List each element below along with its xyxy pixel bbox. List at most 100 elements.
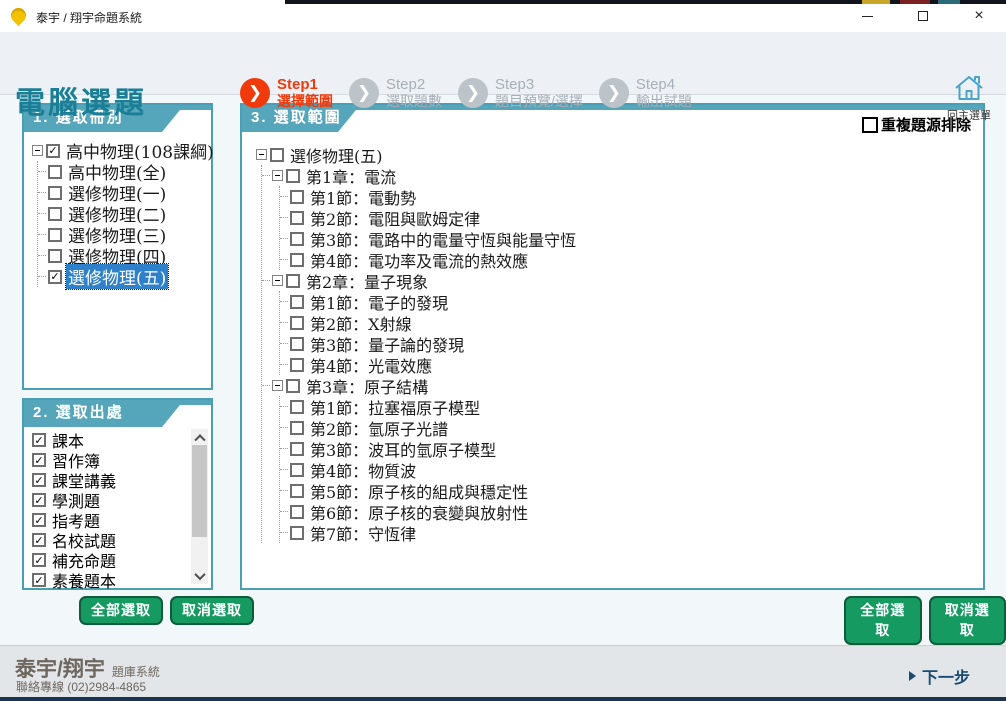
scroll-down-icon[interactable] — [191, 568, 208, 584]
checkbox[interactable] — [48, 249, 62, 263]
tree-item[interactable]: 高中物理(全) — [38, 161, 207, 182]
checkbox[interactable] — [290, 484, 304, 498]
checkbox[interactable] — [32, 433, 46, 447]
checkbox[interactable] — [286, 274, 300, 288]
checkbox[interactable] — [48, 270, 62, 284]
section-item[interactable]: 第3節：量子論的發現 — [280, 333, 979, 354]
checkbox[interactable] — [290, 505, 304, 519]
tree-connector — [280, 259, 288, 260]
close-button[interactable]: × — [964, 2, 994, 30]
section-item[interactable]: 第5節：原子核的組成與穩定性 — [280, 480, 979, 501]
checkbox[interactable] — [48, 207, 62, 221]
next-step-button[interactable]: 下一步 — [909, 664, 970, 688]
chapter-item[interactable]: 第3章：原子結構 — [262, 375, 979, 396]
tree-item-label[interactable]: 第7節：守恆律 — [308, 521, 418, 545]
checkbox[interactable] — [32, 493, 46, 507]
checkbox[interactable] — [290, 400, 304, 414]
checkbox[interactable] — [290, 358, 304, 372]
section-item[interactable]: 第1節：拉塞福原子模型 — [280, 396, 979, 417]
checkbox[interactable] — [290, 442, 304, 456]
section-item[interactable]: 第2節：電阻與歐姆定律 — [280, 207, 979, 228]
source-item[interactable]: 課本 — [32, 430, 209, 450]
tree-item[interactable]: 選修物理(三) — [38, 224, 207, 245]
collapse-icon[interactable] — [32, 145, 43, 156]
scroll-up-icon[interactable] — [191, 429, 208, 445]
tree-root-item[interactable]: 高中物理(108課綱) — [32, 140, 207, 161]
checkbox[interactable] — [862, 117, 878, 133]
maximize-button[interactable] — [908, 2, 938, 30]
checkbox[interactable] — [290, 463, 304, 477]
checkbox[interactable] — [286, 169, 300, 183]
step-step3[interactable]: ❯Step3題目預覽/選擇 — [458, 76, 583, 109]
source-item[interactable]: 補充命題 — [32, 550, 209, 570]
checkbox[interactable] — [48, 165, 62, 179]
checkbox[interactable] — [290, 316, 304, 330]
section-item[interactable]: 第4節：電功率及電流的熱效應 — [280, 249, 979, 270]
tree-children: 高中物理(全)選修物理(一)選修物理(二)選修物理(三)選修物理(四)選修物理(… — [37, 161, 207, 287]
checkbox[interactable] — [48, 228, 62, 242]
checkbox[interactable] — [32, 473, 46, 487]
checkbox[interactable] — [48, 186, 62, 200]
tree-item[interactable]: 選修物理(五) — [38, 266, 207, 287]
checkbox[interactable] — [290, 211, 304, 225]
home-button[interactable]: 回主選單 — [940, 74, 998, 123]
source-item[interactable]: 課堂講義 — [32, 470, 209, 490]
checkbox[interactable] — [290, 190, 304, 204]
brand-suffix: 題庫系統 — [112, 665, 160, 679]
checkbox[interactable] — [270, 148, 284, 162]
tree-item[interactable]: 選修物理(二) — [38, 203, 207, 224]
section-item[interactable]: 第1節：電動勢 — [280, 186, 979, 207]
checkbox[interactable] — [290, 337, 304, 351]
checkbox[interactable] — [290, 232, 304, 246]
step-step4[interactable]: ❯Step4輸出試題 — [599, 76, 692, 109]
source-item[interactable]: 習作簿 — [32, 450, 209, 470]
tree-item-label[interactable]: 選修物理(五) — [66, 264, 168, 289]
minimize-button[interactable] — [852, 2, 882, 30]
checkbox[interactable] — [32, 533, 46, 547]
section-item[interactable]: 第1節：電子的發現 — [280, 291, 979, 312]
section-item[interactable]: 第3節：波耳的氫原子模型 — [280, 438, 979, 459]
checkbox[interactable] — [286, 379, 300, 393]
chapter-item[interactable]: 第1章：電流 — [262, 165, 979, 186]
step-step1[interactable]: ❯Step1選擇範圍 — [240, 76, 333, 109]
deselect-all-button[interactable]: 取消選取 — [929, 596, 1006, 645]
checkbox[interactable] — [290, 526, 304, 540]
chapter-item[interactable]: 第2章：量子現象 — [262, 270, 979, 291]
collapse-icon[interactable] — [272, 170, 283, 181]
scrollbar-thumb[interactable] — [192, 445, 207, 537]
section-item[interactable]: 第3節：電路中的電量守恆與能量守恆 — [280, 228, 979, 249]
select-all-button[interactable]: 全部選取 — [79, 596, 163, 625]
step-step2[interactable]: ❯Step2選取題數 — [349, 76, 442, 109]
tree-item[interactable]: 選修物理(四) — [38, 245, 207, 266]
select-all-button[interactable]: 全部選取 — [844, 596, 922, 645]
checkbox[interactable] — [290, 253, 304, 267]
section-item[interactable]: 第7節：守恆律 — [280, 522, 979, 543]
main-area: 1. 選取冊別 高中物理(108課綱)高中物理(全)選修物理(一)選修物理(二)… — [0, 95, 1006, 645]
collapse-icon[interactable] — [272, 275, 283, 286]
chevron-circle-icon: ❯ — [458, 78, 488, 108]
checkbox[interactable] — [32, 553, 46, 567]
deselect-all-button[interactable]: 取消選取 — [170, 596, 254, 625]
step-text: Step4輸出試題 — [636, 76, 692, 109]
tree-item[interactable]: 選修物理(一) — [38, 182, 207, 203]
scrollbar[interactable] — [191, 429, 208, 584]
source-item[interactable]: 指考題 — [32, 510, 209, 530]
tree-root-item[interactable]: 選修物理(五) — [256, 144, 979, 165]
checkbox[interactable] — [32, 573, 46, 587]
section-item[interactable]: 第2節：氫原子光譜 — [280, 417, 979, 438]
checkbox[interactable] — [290, 295, 304, 309]
source-item[interactable]: 名校試題 — [32, 530, 209, 550]
source-item[interactable]: 學測題 — [32, 490, 209, 510]
collapse-icon[interactable] — [272, 380, 283, 391]
checkbox[interactable] — [290, 421, 304, 435]
checkbox[interactable] — [46, 144, 60, 158]
source-item[interactable]: 素養題本 — [32, 570, 209, 590]
tree-item-label[interactable]: 素養題本 — [50, 568, 118, 592]
section-item[interactable]: 第2節：X射線 — [280, 312, 979, 333]
collapse-icon[interactable] — [256, 149, 267, 160]
checkbox[interactable] — [32, 513, 46, 527]
checkbox[interactable] — [32, 453, 46, 467]
section-item[interactable]: 第4節：物質波 — [280, 459, 979, 480]
section-item[interactable]: 第6節：原子核的衰變與放射性 — [280, 501, 979, 522]
section-item[interactable]: 第4節：光電效應 — [280, 354, 979, 375]
